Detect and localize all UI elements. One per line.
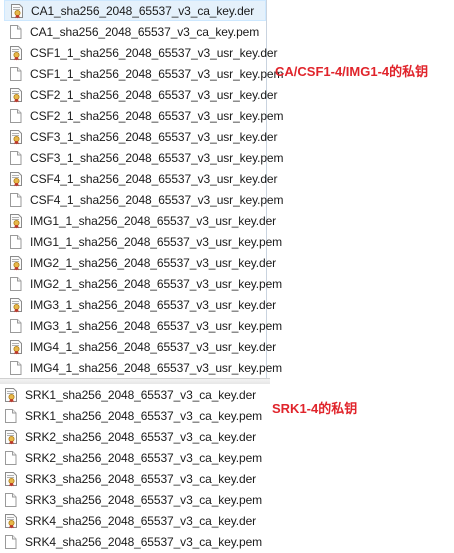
certificate-der-icon <box>3 513 19 529</box>
file-name: CSF4_1_sha256_2048_65537_v3_usr_key.der <box>30 171 278 186</box>
file-list-group-2: SRK1_sha256_2048_65537_v3_ca_key.der SRK1… <box>0 384 270 549</box>
file-item[interactable]: IMG2_1_sha256_2048_65537_v3_usr_key.der <box>4 252 276 273</box>
pem-file-icon <box>3 534 19 550</box>
file-name: CSF1_1_sha256_2048_65537_v3_usr_key.pem <box>30 66 284 81</box>
file-name: IMG1_1_sha256_2048_65537_v3_usr_key.pem <box>30 234 283 249</box>
pem-file-icon <box>3 450 19 466</box>
file-item[interactable]: CA1_sha256_2048_65537_v3_ca_key.pem <box>4 21 266 42</box>
file-name: SRK2_sha256_2048_65537_v3_ca_key.pem <box>25 450 263 465</box>
certificate-der-icon <box>8 87 24 103</box>
file-item[interactable]: CSF1_1_sha256_2048_65537_v3_usr_key.pem <box>4 63 284 84</box>
file-item[interactable]: SRK2_sha256_2048_65537_v3_ca_key.pem <box>0 447 270 468</box>
file-name: CSF2_1_sha256_2048_65537_v3_usr_key.pem <box>30 108 284 123</box>
certificate-der-icon <box>8 339 24 355</box>
file-item[interactable]: CSF4_1_sha256_2048_65537_v3_usr_key.der <box>4 168 278 189</box>
file-name: SRK1_sha256_2048_65537_v3_ca_key.der <box>25 387 257 402</box>
file-name: SRK3_sha256_2048_65537_v3_ca_key.der <box>25 471 257 486</box>
pem-file-icon <box>8 66 24 82</box>
file-item[interactable]: CSF2_1_sha256_2048_65537_v3_usr_key.pem <box>4 105 284 126</box>
annotation-ca-csf-img-private-keys: CA/CSF1-4/IMG1-4的私钥 <box>275 64 429 79</box>
file-name: SRK2_sha256_2048_65537_v3_ca_key.der <box>25 429 257 444</box>
pem-file-icon <box>8 108 24 124</box>
certificate-der-icon <box>8 213 24 229</box>
file-name: IMG1_1_sha256_2048_65537_v3_usr_key.der <box>30 213 277 228</box>
file-item[interactable]: IMG2_1_sha256_2048_65537_v3_usr_key.pem <box>4 273 282 294</box>
pem-file-icon <box>8 24 24 40</box>
file-item[interactable]: CSF2_1_sha256_2048_65537_v3_usr_key.der <box>4 84 278 105</box>
file-item[interactable]: CSF1_1_sha256_2048_65537_v3_usr_key.der <box>4 42 278 63</box>
file-item[interactable]: CA1_sha256_2048_65537_v3_ca_key.der <box>4 0 266 21</box>
file-name: CA1_sha256_2048_65537_v3_ca_key.pem <box>30 24 260 39</box>
file-item[interactable]: IMG1_1_sha256_2048_65537_v3_usr_key.der <box>4 210 276 231</box>
pem-file-icon <box>3 408 19 424</box>
file-item[interactable]: CSF4_1_sha256_2048_65537_v3_usr_key.pem <box>4 189 284 210</box>
file-item[interactable]: SRK2_sha256_2048_65537_v3_ca_key.der <box>0 426 270 447</box>
file-name: SRK1_sha256_2048_65537_v3_ca_key.pem <box>25 408 263 423</box>
file-name: CSF3_1_sha256_2048_65537_v3_usr_key.der <box>30 129 278 144</box>
file-item[interactable]: SRK1_sha256_2048_65537_v3_ca_key.pem <box>0 405 270 426</box>
file-item[interactable]: SRK1_sha256_2048_65537_v3_ca_key.der <box>0 384 270 405</box>
file-name: SRK4_sha256_2048_65537_v3_ca_key.der <box>25 513 257 528</box>
file-name: SRK3_sha256_2048_65537_v3_ca_key.pem <box>25 492 263 507</box>
pem-file-icon <box>8 192 24 208</box>
certificate-der-icon <box>8 297 24 313</box>
file-item[interactable]: IMG4_1_sha256_2048_65537_v3_usr_key.pem <box>4 357 282 378</box>
pem-file-icon <box>8 150 24 166</box>
certificate-der-icon <box>3 387 19 403</box>
pem-file-icon <box>8 234 24 250</box>
file-name: IMG2_1_sha256_2048_65537_v3_usr_key.der <box>30 255 277 270</box>
pem-file-icon <box>8 360 24 376</box>
certificate-der-icon <box>8 45 24 61</box>
file-item[interactable]: CSF3_1_sha256_2048_65537_v3_usr_key.pem <box>4 147 284 168</box>
file-item[interactable]: IMG3_1_sha256_2048_65537_v3_usr_key.der <box>4 294 276 315</box>
file-name: SRK4_sha256_2048_65537_v3_ca_key.pem <box>25 534 263 549</box>
pem-file-icon <box>8 276 24 292</box>
file-item[interactable]: SRK3_sha256_2048_65537_v3_ca_key.der <box>0 468 270 489</box>
file-item[interactable]: IMG4_1_sha256_2048_65537_v3_usr_key.der <box>4 336 276 357</box>
certificate-der-icon <box>8 171 24 187</box>
pem-file-icon <box>8 318 24 334</box>
certificate-der-icon <box>3 471 19 487</box>
file-name: CA1_sha256_2048_65537_v3_ca_key.der <box>31 3 255 18</box>
annotation-srk-private-keys: SRK1-4的私钥 <box>272 401 358 416</box>
certificate-der-icon <box>9 3 25 19</box>
file-name: CSF4_1_sha256_2048_65537_v3_usr_key.pem <box>30 192 284 207</box>
file-name: IMG4_1_sha256_2048_65537_v3_usr_key.der <box>30 339 277 354</box>
file-name: IMG3_1_sha256_2048_65537_v3_usr_key.pem <box>30 318 283 333</box>
file-name: IMG3_1_sha256_2048_65537_v3_usr_key.der <box>30 297 277 312</box>
file-item[interactable]: IMG3_1_sha256_2048_65537_v3_usr_key.pem <box>4 315 282 336</box>
file-item[interactable]: SRK4_sha256_2048_65537_v3_ca_key.der <box>0 510 270 531</box>
file-name: IMG4_1_sha256_2048_65537_v3_usr_key.pem <box>30 360 283 375</box>
file-item[interactable]: IMG1_1_sha256_2048_65537_v3_usr_key.pem <box>4 231 282 252</box>
certificate-der-icon <box>8 129 24 145</box>
pem-file-icon <box>3 492 19 508</box>
file-list-group-1: CA1_sha256_2048_65537_v3_ca_key.der CA1_s… <box>4 0 284 379</box>
file-item[interactable]: CSF3_1_sha256_2048_65537_v3_usr_key.der <box>4 126 278 147</box>
file-item[interactable]: SRK3_sha256_2048_65537_v3_ca_key.pem <box>0 489 270 510</box>
file-name: CSF2_1_sha256_2048_65537_v3_usr_key.der <box>30 87 278 102</box>
file-name: CSF3_1_sha256_2048_65537_v3_usr_key.pem <box>30 150 284 165</box>
file-name: CSF1_1_sha256_2048_65537_v3_usr_key.der <box>30 45 278 60</box>
certificate-der-icon <box>8 255 24 271</box>
certificate-der-icon <box>3 429 19 445</box>
file-name: IMG2_1_sha256_2048_65537_v3_usr_key.pem <box>30 276 283 291</box>
